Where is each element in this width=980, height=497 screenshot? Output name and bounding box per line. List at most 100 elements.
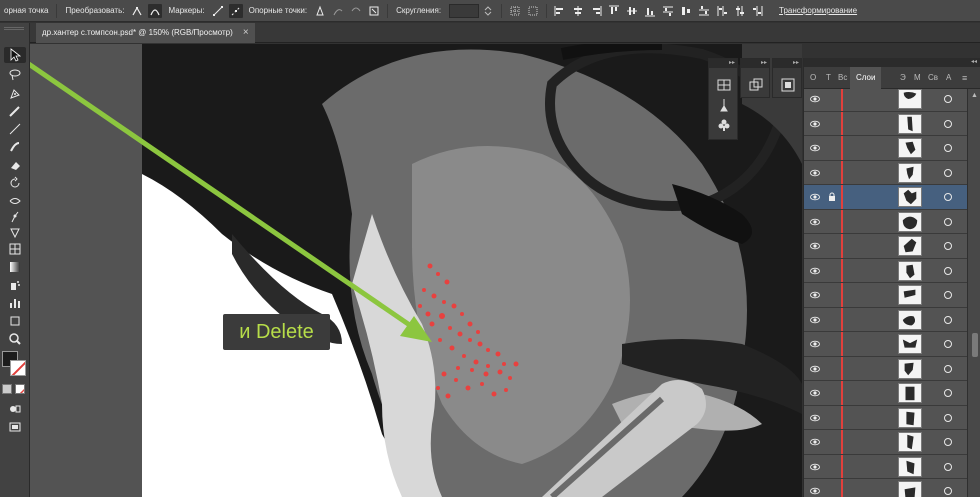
stroke-swatch[interactable]: [10, 360, 26, 376]
width-tool-icon[interactable]: [4, 193, 26, 209]
show-handles-icon[interactable]: [211, 4, 225, 18]
visibility-eye-icon[interactable]: [810, 241, 820, 251]
layer-row[interactable]: [804, 356, 967, 381]
document-tab[interactable]: др.хантер с.томпсон.psd* @ 150% (RGB/Про…: [36, 23, 255, 43]
scroll-up-icon[interactable]: ▲: [971, 92, 978, 99]
tab-t[interactable]: Т: [826, 67, 831, 89]
convert-to-corner-icon[interactable]: [130, 4, 144, 18]
target-circle-icon[interactable]: [944, 462, 952, 471]
scrollbar-thumb[interactable]: [972, 333, 978, 357]
corner-radius-field[interactable]: [449, 3, 480, 18]
lock-toggle[interactable]: [828, 119, 836, 129]
visibility-eye-icon[interactable]: [810, 192, 820, 202]
fill-stroke-swatch[interactable]: [2, 351, 28, 381]
visibility-eye-icon[interactable]: [810, 315, 820, 325]
tab-o[interactable]: О: [810, 67, 816, 89]
pin-tool-icon[interactable]: [4, 225, 26, 241]
layer-row[interactable]: [804, 234, 967, 259]
distribute-left-icon[interactable]: [715, 4, 729, 18]
isolate-icon[interactable]: [367, 4, 381, 18]
target-circle-icon[interactable]: [944, 217, 952, 226]
tab-m[interactable]: М: [914, 67, 921, 89]
distribute-hcenter-icon[interactable]: [733, 4, 747, 18]
eraser-tool-icon[interactable]: [4, 157, 26, 173]
visibility-eye-icon[interactable]: [810, 437, 820, 447]
brushes-panel-icon[interactable]: [714, 96, 734, 114]
screen-mode-icon[interactable]: [4, 419, 26, 435]
align-right-icon[interactable]: [589, 4, 603, 18]
distribute-bottom-icon[interactable]: [697, 4, 711, 18]
target-circle-icon[interactable]: [944, 95, 952, 103]
lock-toggle[interactable]: [828, 217, 836, 227]
lock-toggle[interactable]: [828, 241, 836, 251]
layer-row[interactable]: [804, 454, 967, 479]
dock-collapse-icon[interactable]: ▸▸: [709, 59, 737, 68]
target-circle-icon[interactable]: [944, 364, 952, 373]
connect-anchors-icon[interactable]: [349, 4, 363, 18]
remove-anchor-icon[interactable]: [313, 4, 327, 18]
lock-toggle[interactable]: [828, 94, 836, 104]
align-left-icon[interactable]: [553, 4, 567, 18]
visibility-eye-icon[interactable]: [810, 462, 820, 472]
align-vcenter-icon[interactable]: [625, 4, 639, 18]
align-hcenter-icon[interactable]: [571, 4, 585, 18]
target-circle-icon[interactable]: [944, 291, 952, 299]
layer-row[interactable]: [804, 160, 967, 185]
lock-toggle[interactable]: [828, 143, 836, 153]
visibility-eye-icon[interactable]: [810, 217, 820, 227]
visibility-eye-icon[interactable]: [810, 119, 820, 129]
lock-toggle[interactable]: [828, 413, 836, 423]
color-button[interactable]: [2, 384, 12, 394]
artboards-panel-icon[interactable]: [746, 76, 766, 94]
none-button[interactable]: [15, 384, 25, 394]
target-circle-icon[interactable]: [944, 193, 952, 201]
grid-icon[interactable]: [508, 4, 522, 18]
target-circle-icon[interactable]: [944, 242, 952, 250]
hide-handles-icon[interactable]: [228, 3, 243, 18]
layer-row[interactable]: [804, 332, 967, 357]
visibility-eye-icon[interactable]: [810, 290, 820, 300]
visibility-eye-icon[interactable]: [810, 486, 820, 496]
tab-layers[interactable]: Слои: [850, 67, 882, 89]
layer-row[interactable]: [804, 307, 967, 332]
artwork-portrait[interactable]: [142, 44, 802, 497]
target-circle-icon[interactable]: [944, 438, 952, 446]
layer-row[interactable]: [804, 479, 967, 497]
distribute-right-icon[interactable]: [751, 4, 765, 18]
lock-toggle[interactable]: [828, 486, 836, 496]
blob-brush-tool-icon[interactable]: [4, 139, 26, 155]
zoom-tool-icon[interactable]: [4, 331, 26, 347]
lock-toggle[interactable]: [828, 364, 836, 374]
visibility-eye-icon[interactable]: [810, 364, 820, 374]
align-top-icon[interactable]: [607, 4, 621, 18]
cut-path-icon[interactable]: [331, 4, 345, 18]
dock-collapse-icon[interactable]: ▸▸: [773, 59, 801, 68]
visibility-eye-icon[interactable]: [810, 388, 820, 398]
symbols-panel-icon[interactable]: [714, 116, 734, 134]
gradient-tool-icon[interactable]: [4, 259, 26, 275]
visibility-eye-icon[interactable]: [810, 168, 820, 178]
canvas-area[interactable]: [30, 44, 802, 497]
layer-row[interactable]: [804, 111, 967, 136]
tab-sv[interactable]: Св: [928, 67, 938, 89]
layer-row[interactable]: [804, 430, 967, 455]
column-graph-tool-icon[interactable]: [4, 295, 26, 311]
transform-link[interactable]: Трансформирование: [779, 6, 857, 15]
layers-panel-collapse-icon[interactable]: ◂◂: [804, 58, 980, 67]
target-circle-icon[interactable]: [944, 168, 952, 177]
lock-toggle[interactable]: [828, 168, 836, 178]
tab-vs[interactable]: Вс: [838, 67, 847, 89]
panel-grip[interactable]: [4, 27, 24, 30]
tab-e[interactable]: Э: [900, 67, 906, 89]
distribute-top-icon[interactable]: [661, 4, 675, 18]
layer-row[interactable]: [804, 405, 967, 430]
target-circle-icon[interactable]: [944, 144, 952, 152]
selection-tool-icon[interactable]: [4, 47, 26, 63]
lock-toggle[interactable]: [828, 315, 836, 325]
visibility-eye-icon[interactable]: [810, 413, 820, 423]
dock-collapse-icon[interactable]: ▸▸: [741, 59, 769, 68]
navigator-panel-icon[interactable]: [778, 76, 798, 94]
puppet-warp-tool-icon[interactable]: [4, 209, 26, 225]
draw-mode-icon[interactable]: [4, 401, 26, 417]
layer-row[interactable]: [804, 209, 967, 234]
